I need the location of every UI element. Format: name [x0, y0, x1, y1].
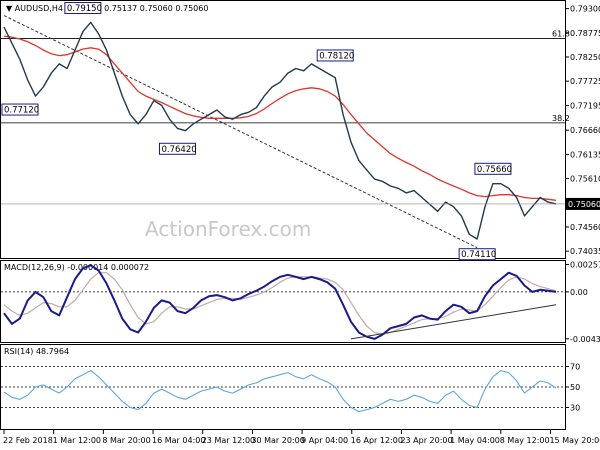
x-axis-tick-label: 1 Mar 12:00 [53, 436, 101, 445]
price-label-text: 0.77120 [4, 106, 39, 116]
macd-panel-frame [0, 260, 566, 343]
macd-panel-title: MACD(12,26,9) -0.000014 0.000072 [4, 263, 149, 272]
price-label-text: 0.79150 [67, 4, 102, 14]
price-axis-tick-label: 0.74560 [570, 223, 600, 232]
fib-level-label: 38.2 [552, 114, 570, 123]
dropdown-icon[interactable]: ▼ [6, 4, 15, 13]
macd-trendline [350, 304, 557, 340]
rsi-axis-tick-label: 50 [570, 383, 580, 392]
rsi-layer [1, 366, 565, 413]
price-label-text: 0.76420 [161, 145, 196, 155]
fib-level-label: 61.8 [552, 30, 570, 39]
rsi-panel-title: RSI(14) 48.7964 [4, 347, 69, 356]
last-price-label: 0.75060 [568, 200, 600, 209]
x-axis-tick-label: 23 Apr 20:00 [400, 436, 452, 445]
rsi-axis-tick-label: 70 [570, 363, 580, 372]
x-axis-tick-label: 16 Mar 04:00 [152, 436, 205, 445]
price-label-text: 0.74110 [461, 250, 496, 260]
macd-axis-tick-label: 0.00257 [570, 260, 600, 269]
macd-layer [1, 264, 565, 340]
x-axis-tick-label: 16 Apr 12:00 [351, 436, 403, 445]
price-panel-title: ▼ AUDUSD,H4 0.75123 0.75137 0.75060 0.75… [6, 4, 208, 13]
price-axis-tick-label: 0.79300 [570, 5, 600, 14]
x-axis-tick-label: 23 Mar 12:00 [202, 436, 255, 445]
rsi-line [3, 370, 557, 413]
x-axis-tick-label: 1 May 04:00 [450, 436, 500, 445]
price-axis-tick-label: 0.76135 [570, 150, 600, 159]
price-axis-tick-label: 0.76660 [570, 126, 600, 135]
forex-chart: ▼ AUDUSD,H4 0.75123 0.75137 0.75060 0.75… [0, 0, 600, 445]
price-axis-tick-label: 0.74035 [570, 247, 600, 256]
price-axis-tick-label: 0.77725 [570, 77, 600, 86]
macd-axis-tick-label: -0.004392 [570, 335, 600, 344]
watermark: ActionForex.com [145, 217, 311, 241]
x-axis-tick-label: 8 May 12:00 [500, 436, 550, 445]
price-axis-tick-label: 0.77195 [570, 102, 600, 111]
price-label-text: 0.78120 [319, 51, 354, 61]
macd-signal-line [3, 272, 557, 336]
price-axis-tick-label: 0.78250 [570, 53, 600, 62]
price-line [3, 21, 557, 240]
x-axis-tick-label: 30 Mar 20:00 [251, 436, 304, 445]
price-label-text: 0.75660 [477, 165, 512, 175]
symbol-label: AUDUSD,H4 [15, 4, 63, 13]
x-axis-tick-label: 8 Mar 20:00 [102, 436, 150, 445]
macd-line [3, 264, 557, 340]
price-axis-tick-label: 0.78775 [570, 29, 600, 38]
macd-axis-tick-label: 0.00 [570, 288, 588, 297]
rsi-axis-tick-label: 30 [570, 404, 580, 413]
x-axis-tick-label: 9 Apr 04:00 [301, 436, 348, 445]
price-axis-tick-label: 0.75610 [570, 175, 600, 184]
x-axis-tick-label: 22 Feb 2018 [3, 436, 53, 445]
x-axis-tick-label: 15 May 20:00 [549, 436, 600, 445]
moving-average-line [3, 35, 557, 201]
